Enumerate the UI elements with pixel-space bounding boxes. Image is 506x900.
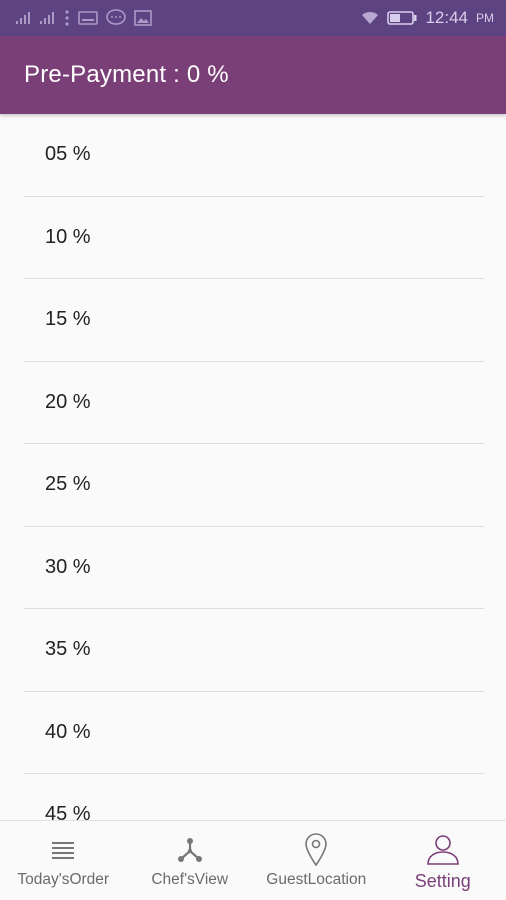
option-label: 45 % <box>45 803 91 820</box>
list-item[interactable]: 05 % <box>24 114 484 197</box>
status-notification-area <box>16 9 361 27</box>
nav-label: Chef'sView <box>151 871 229 888</box>
nav-label: Setting <box>414 871 471 891</box>
nav-item-chefs-view[interactable]: Chef'sView <box>127 821 254 900</box>
status-system-area: 12:44 PM <box>361 8 494 28</box>
location-pin-icon <box>304 833 328 867</box>
list-item[interactable]: 35 % <box>24 609 484 692</box>
list-item[interactable]: 10 % <box>24 197 484 279</box>
option-label: 35 % <box>45 638 91 661</box>
status-time: 12:44 <box>425 8 468 27</box>
more-vert-icon <box>64 10 70 26</box>
list-item[interactable]: 30 % <box>24 527 484 609</box>
option-label: 25 % <box>45 473 91 496</box>
battery-icon <box>387 11 417 25</box>
nav-label: GuestLocation <box>266 871 367 888</box>
option-label: 30 % <box>45 555 91 578</box>
list-icon <box>51 833 75 867</box>
image-icon <box>134 10 152 26</box>
chat-bubble-icon <box>106 9 126 27</box>
list-item[interactable]: 25 % <box>24 444 484 527</box>
prepayment-options-list: 05 % 10 % 15 % 20 % 25 % 30 % 35 % 40 % … <box>0 114 506 820</box>
share-node-icon <box>176 833 204 867</box>
page-title: Pre-Payment : 0 % <box>24 61 229 88</box>
option-label: 20 % <box>45 390 91 413</box>
signal-icon <box>16 12 32 24</box>
wifi-icon <box>361 11 379 25</box>
option-label: 40 % <box>45 720 91 743</box>
option-label: 15 % <box>45 308 91 331</box>
list-item[interactable]: 20 % <box>24 362 484 444</box>
list-item[interactable]: 40 % <box>24 692 484 774</box>
option-label: 05 % <box>45 143 91 166</box>
nav-item-guest-location[interactable]: GuestLocation <box>253 821 380 900</box>
list-item[interactable]: 15 % <box>24 279 484 362</box>
list-item[interactable]: 45 % <box>24 774 484 820</box>
nav-label: Today'sOrder <box>17 871 110 888</box>
bottom-navigation: Today'sOrder Chef'sView GuestLocation Se… <box>0 820 506 900</box>
status-ampm: PM <box>476 11 494 25</box>
app-bar: Pre-Payment : 0 % <box>0 36 506 114</box>
nav-item-todays-order[interactable]: Today'sOrder <box>0 821 127 900</box>
nav-item-setting[interactable]: Setting <box>380 821 506 900</box>
person-icon <box>426 833 460 867</box>
signal-icon <box>40 12 56 24</box>
option-label: 10 % <box>45 225 91 248</box>
cast-icon <box>78 11 98 25</box>
status-bar: 12:44 PM <box>0 0 506 36</box>
